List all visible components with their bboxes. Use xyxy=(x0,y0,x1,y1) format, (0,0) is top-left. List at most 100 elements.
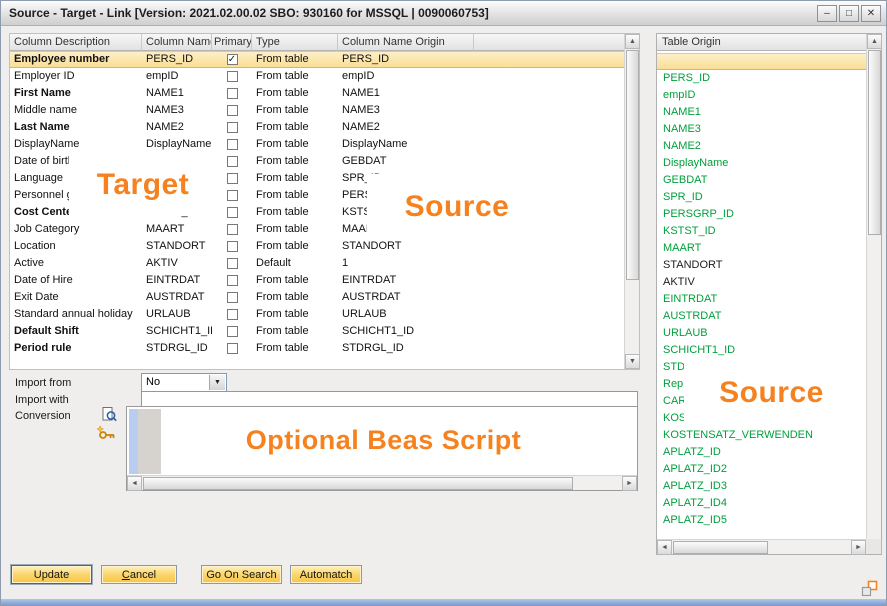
primary-checkbox[interactable] xyxy=(227,71,238,82)
primary-checkbox[interactable] xyxy=(227,309,238,320)
origin-list-item[interactable]: AKTIV xyxy=(657,274,866,291)
origin-list-item[interactable]: APLATZ_ID xyxy=(657,444,866,461)
cell-column-description: Exit Date xyxy=(10,289,142,306)
origin-list-item[interactable]: URLAUB xyxy=(657,325,866,342)
target-watermark: Target xyxy=(69,154,217,216)
primary-checkbox[interactable] xyxy=(227,88,238,99)
origin-horizontal-scrollbar[interactable]: ◄ ► xyxy=(657,539,866,554)
table-row[interactable]: Standard annual holidayURLAUBFrom tableU… xyxy=(10,306,639,323)
origin-selected-row[interactable] xyxy=(657,53,866,70)
origin-list-item[interactable]: STANDORT xyxy=(657,257,866,274)
cell-column-name: EINTRDAT xyxy=(142,272,212,289)
table-row[interactable]: Exit DateAUSTRDATFrom tableAUSTRDAT xyxy=(10,289,639,306)
primary-checkbox[interactable] xyxy=(227,207,238,218)
header-column-description[interactable]: Column Description xyxy=(10,34,142,51)
scroll-left-icon[interactable]: ◄ xyxy=(657,540,672,555)
import-from-label: Import from xyxy=(15,377,71,389)
header-type[interactable]: Type xyxy=(252,34,338,51)
origin-list-item[interactable]: KSTST_ID xyxy=(657,223,866,240)
origin-list-item[interactable]: NAME2 xyxy=(657,138,866,155)
origin-list-item[interactable]: APLATZ_ID5 xyxy=(657,512,866,529)
origin-list-item[interactable]: PERS_ID xyxy=(657,70,866,87)
table-row[interactable]: ActiveAKTIVDefault1 xyxy=(10,255,639,272)
cell-type: From table xyxy=(252,136,338,153)
table-row[interactable]: Middle nameNAME3From tableNAME3 xyxy=(10,102,639,119)
origin-list-item[interactable]: SPR_ID xyxy=(657,189,866,206)
origin-list-item[interactable]: MAART xyxy=(657,240,866,257)
origin-list-item[interactable]: AUSTRDAT xyxy=(657,308,866,325)
table-row[interactable]: LocationSTANDORTFrom tableSTANDORT xyxy=(10,238,639,255)
primary-checkbox[interactable]: ✓ xyxy=(227,54,238,65)
origin-list-item[interactable]: EINTRDAT xyxy=(657,291,866,308)
cell-type: From table xyxy=(252,238,338,255)
script-horizontal-scrollbar[interactable]: ◄ ► xyxy=(127,475,637,490)
primary-checkbox[interactable] xyxy=(227,105,238,116)
scroll-right-icon[interactable]: ► xyxy=(851,540,866,555)
update-button[interactable]: Update xyxy=(11,565,92,584)
minimize-button[interactable]: – xyxy=(817,5,837,22)
cell-column-description: Last Name xyxy=(10,119,142,136)
resize-grip-icon[interactable] xyxy=(861,580,878,597)
cancel-button[interactable]: Cancel xyxy=(101,565,177,584)
title-bar[interactable]: Source - Target - Link [Version: 2021.02… xyxy=(1,1,886,26)
primary-checkbox[interactable] xyxy=(227,258,238,269)
import-from-dropdown[interactable]: No ▼ xyxy=(141,373,227,392)
header-primary[interactable]: Primary xyxy=(212,34,252,51)
automatch-button[interactable]: Automatch xyxy=(290,565,362,584)
primary-checkbox[interactable] xyxy=(227,173,238,184)
table-row[interactable]: DisplayNameDisplayNameFrom tableDisplayN… xyxy=(10,136,639,153)
cell-type: From table xyxy=(252,119,338,136)
scroll-up-icon[interactable]: ▲ xyxy=(867,34,882,49)
origin-list-item[interactable]: SCHICHT1_ID xyxy=(657,342,866,359)
maximize-button[interactable]: □ xyxy=(839,5,859,22)
primary-checkbox[interactable] xyxy=(227,326,238,337)
table-row[interactable]: Employer IDempIDFrom tableempID xyxy=(10,68,639,85)
scroll-left-icon[interactable]: ◄ xyxy=(127,476,142,491)
origin-list-item[interactable]: APLATZ_ID3 xyxy=(657,478,866,495)
table-row[interactable]: Default ShiftSCHICHT1_IDFrom tableSCHICH… xyxy=(10,323,639,340)
primary-checkbox[interactable] xyxy=(227,241,238,252)
primary-checkbox[interactable] xyxy=(227,224,238,235)
primary-checkbox[interactable] xyxy=(227,139,238,150)
cell-column-description: Location xyxy=(10,238,142,255)
origin-list-item[interactable]: empID xyxy=(657,87,866,104)
primary-checkbox[interactable] xyxy=(227,122,238,133)
table-row[interactable]: Employee numberPERS_ID✓From tablePERS_ID xyxy=(10,51,639,68)
origin-scrollbar-thumb[interactable] xyxy=(868,50,881,235)
go-on-search-button[interactable]: Go On Search xyxy=(201,565,282,584)
scroll-down-icon[interactable]: ▼ xyxy=(625,354,640,369)
close-button[interactable]: ✕ xyxy=(861,5,881,22)
primary-checkbox[interactable] xyxy=(227,156,238,167)
table-row[interactable]: First NameNAME1From tableNAME1 xyxy=(10,85,639,102)
key-icon[interactable] xyxy=(97,425,116,446)
origin-list-item[interactable]: DisplayName xyxy=(657,155,866,172)
origin-list-item[interactable]: NAME1 xyxy=(657,104,866,121)
preview-icon[interactable] xyxy=(102,407,117,427)
table-scrollbar-thumb[interactable] xyxy=(626,50,639,280)
table-vertical-scrollbar[interactable]: ▲ ▼ xyxy=(624,34,639,369)
table-row[interactable]: Last NameNAME2From tableNAME2 xyxy=(10,119,639,136)
table-row[interactable]: Date of HireEINTRDATFrom tableEINTRDAT xyxy=(10,272,639,289)
scroll-up-icon[interactable]: ▲ xyxy=(625,34,640,49)
origin-list-item[interactable]: KOSTENSATZ_VERWENDEN xyxy=(657,427,866,444)
cell-type: From table xyxy=(252,323,338,340)
origin-list-item[interactable]: NAME3 xyxy=(657,121,866,138)
origin-panel-header[interactable]: Table Origin xyxy=(657,34,866,51)
origin-list-item[interactable]: GEBDAT xyxy=(657,172,866,189)
origin-hscrollbar-thumb[interactable] xyxy=(673,541,768,554)
primary-checkbox[interactable] xyxy=(227,275,238,286)
cell-primary: ✓ xyxy=(212,51,252,68)
primary-checkbox[interactable] xyxy=(227,190,238,201)
origin-list-item[interactable]: APLATZ_ID2 xyxy=(657,461,866,478)
table-row[interactable]: Period ruleSTDRGL_IDFrom tableSTDRGL_ID xyxy=(10,340,639,357)
scroll-right-icon[interactable]: ► xyxy=(622,476,637,491)
header-column-name-origin[interactable]: Column Name Origin xyxy=(338,34,474,51)
origin-vertical-scrollbar[interactable]: ▲ ▼ xyxy=(866,34,881,554)
origin-list-item[interactable]: PERSGRP_ID xyxy=(657,206,866,223)
script-hscrollbar-thumb[interactable] xyxy=(143,477,573,490)
primary-checkbox[interactable] xyxy=(227,292,238,303)
chevron-down-icon[interactable]: ▼ xyxy=(209,375,225,390)
primary-checkbox[interactable] xyxy=(227,343,238,354)
header-column-name[interactable]: Column Name xyxy=(142,34,212,51)
origin-list-item[interactable]: APLATZ_ID4 xyxy=(657,495,866,512)
